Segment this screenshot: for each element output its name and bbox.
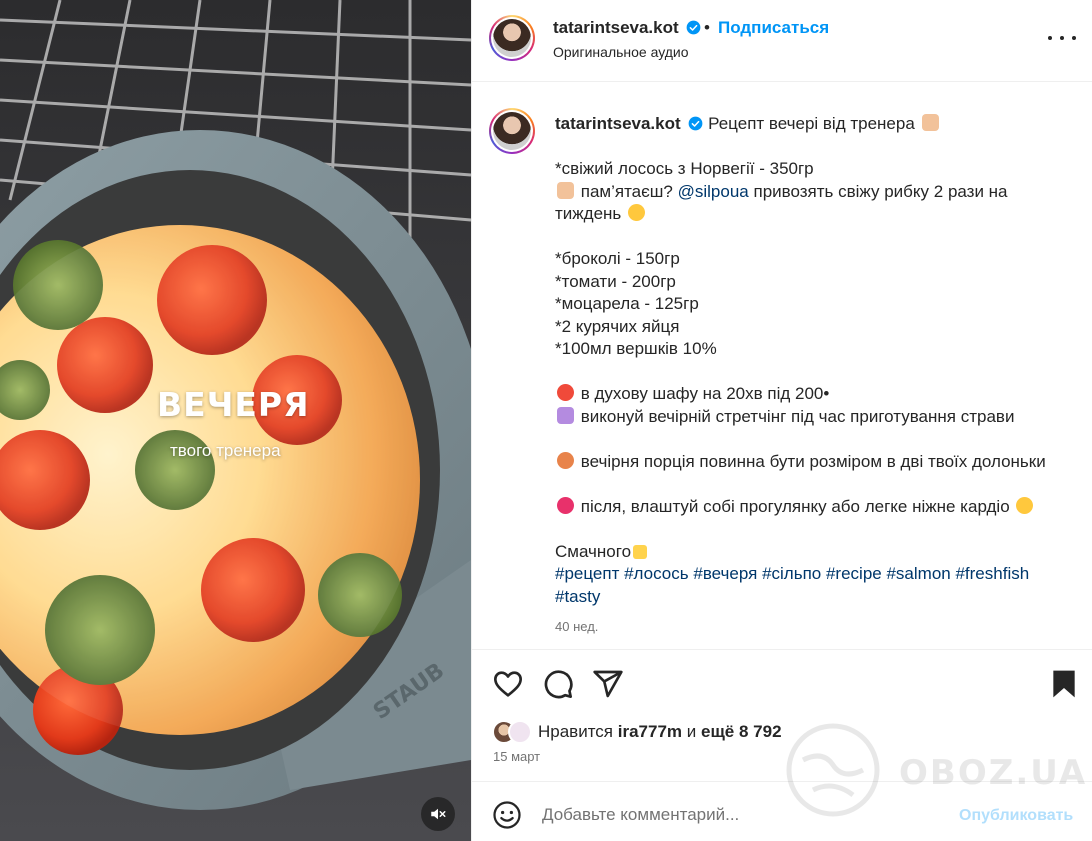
- post-actions: Нравится ira777m и ещё 8 792 15 март: [472, 649, 1092, 781]
- hashtags-line: #tasty: [555, 586, 1065, 609]
- caption-remember-text: пам’ятаєш?: [580, 181, 673, 201]
- speaker-muted-icon: [431, 808, 446, 820]
- liker-username[interactable]: ira777m: [618, 722, 682, 741]
- bookmark-icon[interactable]: [1048, 668, 1080, 700]
- author-username-link[interactable]: tatarintseva.kot: [553, 18, 701, 38]
- likes-prefix: Нравится: [538, 722, 614, 741]
- likes-count[interactable]: ещё 8 792: [701, 722, 782, 741]
- heart-icon[interactable]: [492, 668, 524, 700]
- post-header: tatarintseva.kot • Подписаться Оригиналь…: [472, 0, 1092, 82]
- step-walk: після, влаштуй собі прогулянку або легке…: [580, 496, 1010, 516]
- post-details-panel: tatarintseva.kot • Подписаться Оригиналь…: [471, 0, 1092, 841]
- pointing-right-emoji-icon: [557, 181, 574, 199]
- hashtag-link[interactable]: #salmon: [886, 564, 950, 583]
- caption-text: tatarintseva.kot Рецепт вечері від трене…: [555, 113, 1065, 639]
- likes-middle: и: [686, 722, 697, 741]
- caption-week-text: тиждень: [555, 204, 622, 223]
- post-date[interactable]: 15 март: [493, 749, 540, 764]
- comment-bar: Опубликовать: [472, 781, 1092, 841]
- step-oven: в духову шафу на 20хв під 200•: [580, 384, 830, 403]
- hashtag-link[interactable]: #tasty: [555, 587, 600, 606]
- smiling-face-emoji-icon: [1016, 496, 1034, 514]
- step-portion: вечірня порція повинна бути розміром в д…: [580, 451, 1046, 471]
- verified-badge-icon: [687, 20, 701, 35]
- mute-button[interactable]: [421, 797, 455, 831]
- hashtag-link[interactable]: #лосось: [624, 564, 689, 583]
- ingredient-mozzarella: *моцарела - 125гр: [555, 294, 699, 313]
- likes-summary[interactable]: Нравится ira777m и ещё 8 792: [492, 719, 782, 745]
- alarm-clock-emoji-icon: [557, 384, 574, 401]
- header-separator: •: [704, 18, 710, 37]
- caption-author-avatar[interactable]: [489, 108, 535, 154]
- author-username: tatarintseva.kot: [553, 18, 679, 37]
- liker-avatar: [508, 720, 532, 744]
- ingredient-cream: *100мл вершків 10%: [555, 339, 717, 358]
- ingredient-tomatoes: *томати - 200гр: [555, 271, 676, 291]
- original-audio-link[interactable]: Оригинальное аудио: [553, 44, 689, 60]
- post-time-ago[interactable]: 40 нед.: [555, 616, 1065, 639]
- more-options-icon[interactable]: [1048, 26, 1076, 50]
- hashtag-link[interactable]: #freshfish: [955, 564, 1029, 583]
- smiling-face-emoji-icon: [628, 204, 646, 221]
- hashtag-link[interactable]: #вечеря: [693, 564, 757, 583]
- ingredient-salmon: *свіжий лосось з Норвегії - 350гр: [555, 159, 814, 178]
- verified-badge-icon: [689, 116, 703, 131]
- lips-emoji-icon: [557, 496, 574, 514]
- yoga-emoji-icon: [557, 406, 574, 424]
- publish-comment-button[interactable]: Опубликовать: [959, 807, 1073, 825]
- hashtag-link[interactable]: #сільпо: [762, 564, 821, 583]
- sparkles-emoji-icon: [633, 544, 648, 559]
- send-icon[interactable]: [592, 668, 624, 700]
- smiley-icon[interactable]: [492, 800, 522, 830]
- caption-title: Рецепт вечері від тренера: [708, 114, 915, 133]
- caption-closing: Смачного: [555, 541, 632, 561]
- comment-input[interactable]: [542, 802, 942, 828]
- step-stretching: виконуй вечірній стретчінг під час приго…: [580, 406, 1015, 426]
- video-overlay-title: ВЕЧЕРЯ: [157, 385, 310, 424]
- post-media-video[interactable]: STAUB ВЕЧЕРЯ твого тренера: [0, 0, 471, 841]
- food-bowl-emoji-icon: [557, 451, 574, 469]
- pointing-down-emoji-icon: [921, 114, 939, 131]
- mention-silpoua-link[interactable]: @silpoua: [678, 182, 749, 201]
- caption-section: tatarintseva.kot Рецепт вечері від трене…: [472, 83, 1092, 649]
- hashtag-link[interactable]: #recipe: [826, 564, 882, 583]
- comment-icon[interactable]: [542, 668, 574, 700]
- caption-username[interactable]: tatarintseva.kot: [555, 114, 681, 133]
- author-avatar[interactable]: [489, 15, 535, 61]
- hashtags-line: #рецепт #лосось #вечеря #сільпо #recipe …: [555, 563, 1065, 586]
- hashtag-link[interactable]: #рецепт: [555, 564, 619, 583]
- video-overlay-subtitle: твого тренера: [170, 441, 281, 460]
- follow-button[interactable]: Подписаться: [718, 18, 829, 38]
- caption-delivery-text: привозять свіжу рибку 2 рази на: [753, 181, 1008, 201]
- ingredient-eggs: *2 курячих яйця: [555, 316, 680, 336]
- ingredient-broccoli: *броколі - 150гр: [555, 249, 680, 268]
